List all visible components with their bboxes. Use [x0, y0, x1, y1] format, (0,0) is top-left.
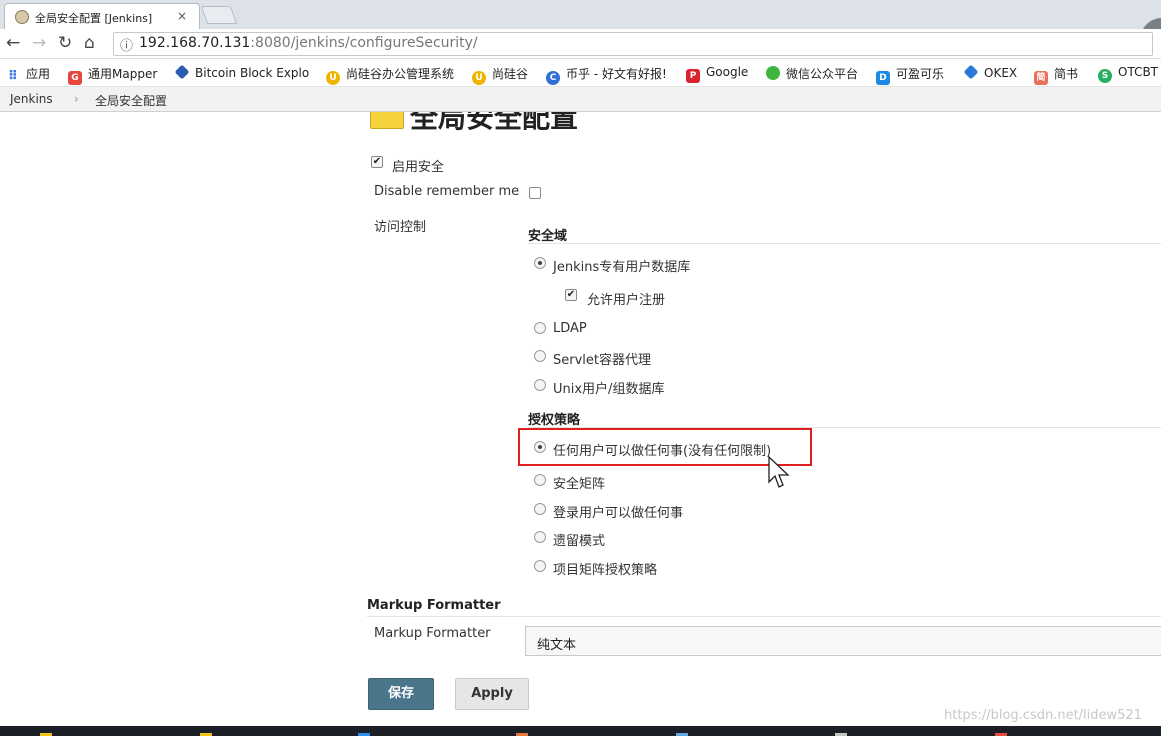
realm-option-label: Unix用户/组数据库 [553, 382, 665, 397]
site-info-icon[interactable]: ⓘ [120, 35, 133, 54]
browser-tab[interactable]: 全局安全配置 [Jenkins] × [4, 3, 200, 29]
c-logo-icon: C [546, 71, 560, 85]
authorization-heading: 授权策略 [528, 413, 581, 428]
realm-jenkins-db-radio[interactable] [534, 257, 546, 269]
section-divider [367, 616, 1161, 617]
bookmark-item[interactable]: S OTCBT [1098, 65, 1158, 83]
bookmark-item[interactable]: G 通用Mapper [68, 65, 157, 85]
bookmark-item[interactable]: OKEX [963, 64, 1018, 80]
bookmark-label: 通用Mapper [88, 67, 158, 81]
diamond-icon [963, 64, 979, 80]
bookmark-item[interactable]: 简简书 [1034, 65, 1078, 85]
square-logo-icon: D [876, 71, 890, 85]
save-button[interactable]: 保存 [368, 678, 434, 710]
bookmark-label: OTCBT [1118, 65, 1159, 79]
new-tab-button[interactable] [200, 6, 238, 24]
wechat-icon [766, 66, 780, 80]
reload-icon[interactable]: ↻ [58, 33, 72, 53]
bookmark-item[interactable]: C 币乎 - 好文有好报! [546, 65, 667, 85]
bookmark-item[interactable]: D 可盈可乐 [876, 65, 944, 85]
apply-button[interactable]: Apply [455, 678, 529, 710]
bookmark-label: 应用 [26, 67, 51, 81]
disable-remember-me-label: Disable remember me [374, 184, 520, 199]
jian-logo-icon: 简 [1034, 71, 1048, 85]
address-bar[interactable]: ⓘ 192.168.70.131:8080/jenkins/configureS… [113, 32, 1153, 56]
back-arrow-icon[interactable]: ← [6, 33, 20, 53]
tab-title: 全局安全配置 [Jenkins] [35, 12, 153, 25]
bookmark-label: 可盈可乐 [896, 67, 945, 81]
mouse-pointer-icon [768, 456, 790, 488]
forward-arrow-icon[interactable]: → [32, 33, 46, 53]
browser-toolbar: ← → ↻ ⌂ ⓘ 192.168.70.131:8080/jenkins/co… [0, 29, 1161, 59]
enable-security-checkbox[interactable]: ✔ [371, 156, 383, 168]
bookmark-label: 简书 [1054, 67, 1079, 81]
bookmark-label: 尚硅谷办公管理系统 [346, 67, 455, 81]
breadcrumb-current[interactable]: 全局安全配置 [95, 92, 167, 109]
realm-option-label: Jenkins专有用户数据库 [553, 260, 691, 275]
os-taskbar [0, 726, 1161, 736]
u-logo-icon: U [472, 71, 486, 85]
breadcrumb: Jenkins › 全局安全配置 [0, 87, 1161, 112]
auth-logged-in-radio[interactable] [534, 503, 546, 515]
auth-matrix-radio[interactable] [534, 474, 546, 486]
access-control-label: 访问控制 [374, 220, 427, 235]
realm-option-label: Servlet容器代理 [553, 353, 651, 368]
bookmark-item[interactable]: U 尚硅谷办公管理系统 [326, 65, 454, 85]
bookmark-label: Google [706, 65, 749, 79]
bookmark-item[interactable]: U 尚硅谷 [472, 65, 528, 85]
main-content: 全局安全配置 ✔ 启用安全 Disable remember me 访问控制 安… [0, 112, 1161, 726]
realm-servlet-radio[interactable] [534, 350, 546, 362]
lock-folder-icon [370, 112, 404, 129]
markup-formatter-label: Markup Formatter [374, 626, 491, 641]
p-logo-icon: P [686, 69, 700, 83]
url-text: 192.168.70.131:8080/jenkins/configureSec… [139, 35, 478, 51]
bookmark-label: 币乎 - 好文有好报! [566, 67, 667, 81]
bookmark-label: 微信公众平台 [786, 67, 859, 81]
url-host: 192.168.70.131 [139, 35, 251, 51]
bookmark-label: OKEX [984, 66, 1018, 80]
auth-option-label: 项目矩阵授权策略 [553, 563, 658, 578]
bookmarks-bar: ⠿ 应用 G 通用Mapper Bitcoin Block Explo U 尚硅谷办公… [0, 59, 1161, 87]
bookmark-label: Bitcoin Block Explo [195, 66, 310, 80]
browser-tab-bar: 全局安全配置 [Jenkins] × 4 [0, 0, 1161, 62]
realm-unix-radio[interactable] [534, 379, 546, 391]
diamond-icon [174, 64, 190, 80]
bookmark-item[interactable]: 微信公众平台 [766, 65, 858, 82]
jenkins-favicon-icon [15, 10, 29, 24]
u-logo-icon: U [326, 71, 340, 85]
close-tab-icon[interactable]: × [177, 9, 187, 23]
bookmark-item[interactable]: P Google [686, 65, 748, 83]
home-icon[interactable]: ⌂ [84, 33, 95, 53]
section-divider [528, 243, 1161, 244]
breadcrumb-separator-icon: › [74, 92, 79, 106]
auth-option-label: 登录用户可以做任何事 [553, 506, 684, 521]
markup-formatter-heading: Markup Formatter [367, 598, 501, 613]
bookmark-item[interactable]: Bitcoin Block Explo [174, 64, 310, 80]
security-realm-heading: 安全域 [528, 229, 568, 244]
auth-project-matrix-radio[interactable] [534, 560, 546, 572]
auth-option-label: 遗留模式 [553, 534, 606, 549]
breadcrumb-root[interactable]: Jenkins [10, 92, 53, 106]
bookmark-label: 尚硅谷 [492, 67, 529, 81]
url-path: :8080/jenkins/configureSecurity/ [250, 35, 478, 51]
auth-option-label: 安全矩阵 [553, 477, 606, 492]
apps-grid-icon: ⠿ [7, 69, 19, 84]
g-logo-icon: G [68, 71, 82, 85]
bookmark-item[interactable]: ⠿ 应用 [6, 65, 50, 84]
watermark: https://blog.csdn.net/lidew521 [944, 708, 1142, 723]
page-title: 全局安全配置 [410, 112, 579, 134]
disable-remember-me-checkbox[interactable] [529, 187, 541, 199]
allow-signup-label: 允许用户注册 [587, 293, 666, 308]
markup-formatter-select[interactable]: 纯文本 [525, 626, 1161, 656]
allow-signup-checkbox[interactable]: ✔ [565, 289, 577, 301]
auth-legacy-radio[interactable] [534, 531, 546, 543]
circle-logo-icon: S [1098, 69, 1112, 83]
realm-ldap-radio[interactable] [534, 322, 546, 334]
enable-security-label: 启用安全 [392, 160, 445, 175]
realm-option-label: LDAP [553, 321, 587, 336]
